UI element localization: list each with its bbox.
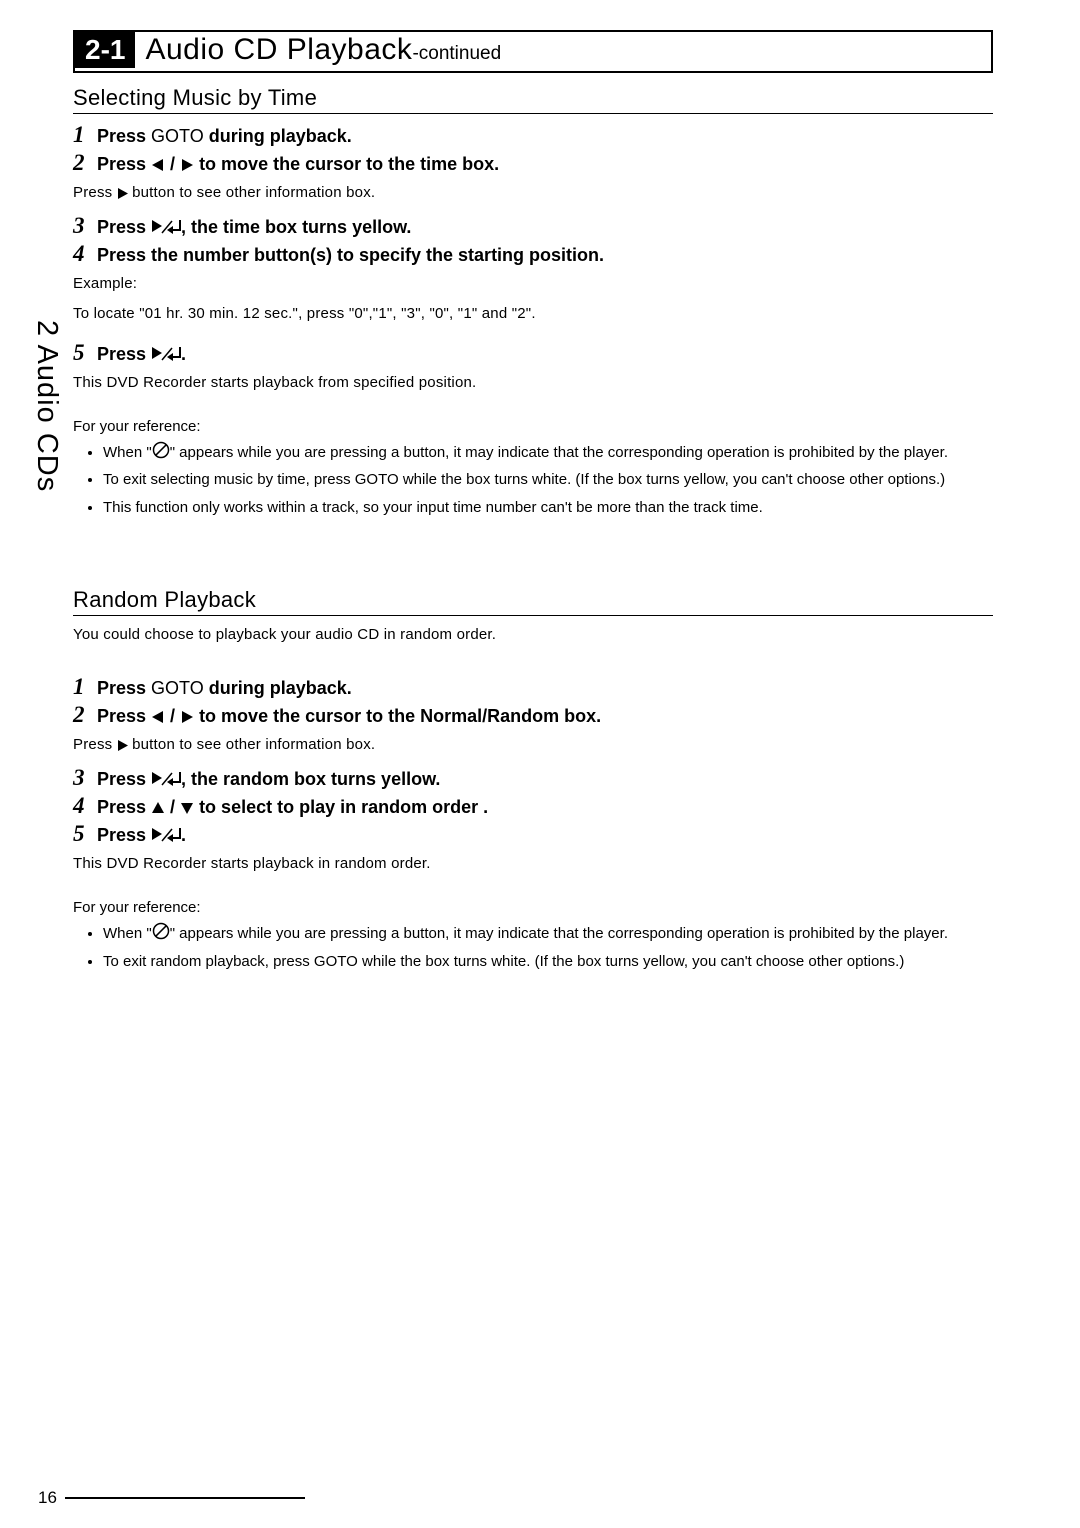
right-arrow-icon	[117, 188, 128, 199]
step-2-5-note: This DVD Recorder starts playback in ran…	[73, 853, 993, 876]
right-arrow-icon	[117, 740, 128, 751]
right-arrow-icon	[180, 158, 194, 172]
chapter-heading: 2-1 Audio CD Playback-continued	[73, 30, 993, 73]
step-2: 2 Press / to move the cursor to the time…	[73, 150, 993, 176]
step-5: 5 Press .	[73, 340, 993, 366]
step-2-4: 4 Press / to select to play in random or…	[73, 793, 993, 819]
sidebar-tab: 2 Audio CDs	[30, 320, 63, 492]
step-4-example-label: Example:	[73, 273, 993, 296]
section-2-intro: You could choose to playback your audio …	[73, 624, 993, 647]
reference-title-2: For your reference:	[73, 899, 993, 916]
prohibit-icon	[152, 922, 170, 940]
play-enter-icon	[151, 346, 181, 362]
section-title-time: Selecting Music by Time	[73, 73, 993, 114]
left-arrow-icon	[151, 158, 165, 172]
step-2-3: 3 Press , the random box turns yellow.	[73, 765, 993, 791]
ref-item: When "" appears while you are pressing a…	[103, 922, 993, 945]
left-arrow-icon	[151, 710, 165, 724]
step-2-2: 2 Press / to move the cursor to the Norm…	[73, 702, 993, 728]
down-arrow-icon	[180, 801, 194, 815]
ref-item: When "" appears while you are pressing a…	[103, 441, 993, 464]
section-title-random: Random Playback	[73, 575, 993, 616]
step-4-example-text: To locate "01 hr. 30 min. 12 sec.", pres…	[73, 303, 993, 326]
play-enter-icon	[151, 219, 181, 235]
play-enter-icon	[151, 827, 181, 843]
step-1: 1 Press GOTO during playback.	[73, 122, 993, 148]
page-body: 2-1 Audio CD Playback-continued Selectin…	[73, 30, 993, 977]
ref-item: To exit random playback, press GOTO whil…	[103, 950, 993, 973]
page-number: 16	[38, 1488, 305, 1508]
step-2-note: Press button to see other information bo…	[73, 182, 993, 205]
play-enter-icon	[151, 771, 181, 787]
reference-list-1: When "" appears while you are pressing a…	[73, 441, 993, 519]
chapter-number: 2-1	[75, 32, 135, 68]
step-2-2-note: Press button to see other information bo…	[73, 734, 993, 757]
ref-item: This function only works within a track,…	[103, 496, 993, 519]
step-3: 3 Press , the time box turns yellow.	[73, 213, 993, 239]
step-4: 4 Press the number button(s) to specify …	[73, 241, 993, 267]
reference-list-2: When "" appears while you are pressing a…	[73, 922, 993, 973]
chapter-title-main: Audio CD Playback	[145, 33, 412, 66]
step-5-note: This DVD Recorder starts playback from s…	[73, 372, 993, 395]
step-2-1: 1 Press GOTO during playback.	[73, 674, 993, 700]
chapter-title-sub: -continued	[412, 43, 501, 64]
ref-item: To exit selecting music by time, press G…	[103, 468, 993, 491]
right-arrow-icon	[180, 710, 194, 724]
reference-title: For your reference:	[73, 418, 993, 435]
prohibit-icon	[152, 441, 170, 459]
step-2-5: 5 Press .	[73, 821, 993, 847]
up-arrow-icon	[151, 801, 165, 815]
